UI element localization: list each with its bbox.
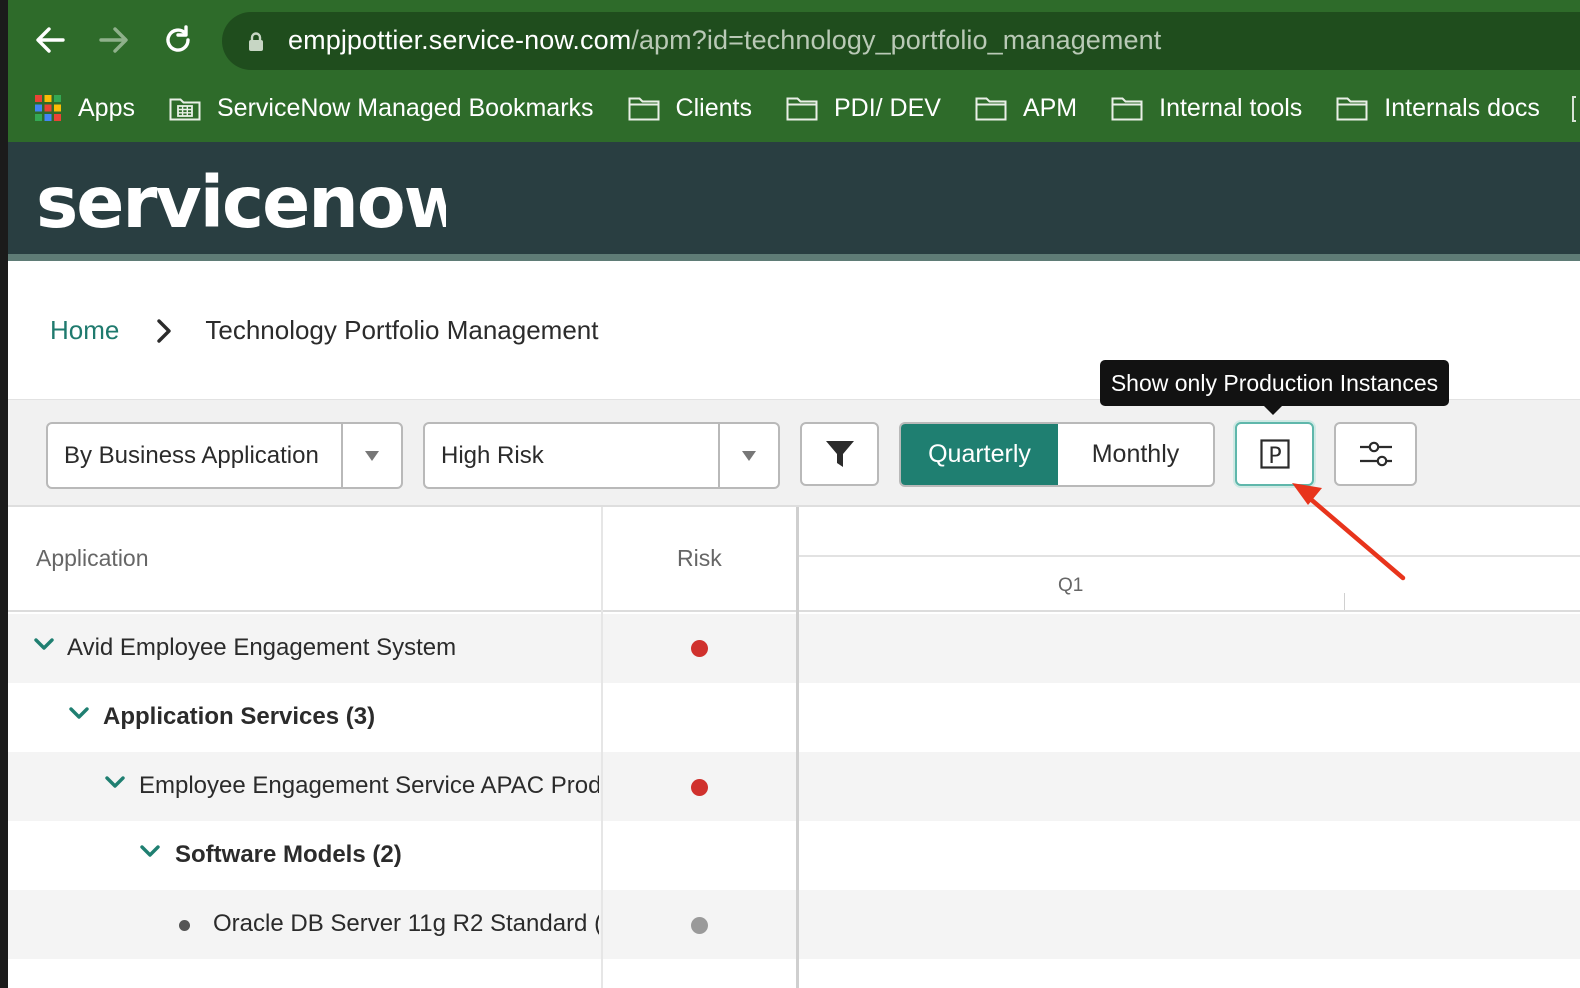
timeline-q1-label: Q1: [1058, 575, 1084, 596]
risk-none-indicator: [691, 917, 708, 934]
bookmark-label: Apps: [78, 93, 135, 122]
group-by-select[interactable]: By Business Application: [46, 422, 403, 489]
page-content: Home Technology Portfolio Management By …: [8, 261, 1580, 988]
lock-icon: [249, 32, 263, 51]
logo-text: servicenow: [36, 161, 446, 234]
bookmark-label: APM: [1022, 93, 1078, 122]
bookmark-overflow-edge: [1572, 96, 1576, 122]
breadcrumb: Home Technology Portfolio Management: [50, 315, 598, 346]
servicenow-logo-mark: servicenow: [36, 161, 470, 244]
url-host: empjpottier.service-now.com: [288, 25, 632, 55]
servicenow-header: servicenow: [8, 142, 1580, 254]
folder-icon: [1336, 97, 1368, 121]
dropdown-caret[interactable]: [341, 424, 401, 487]
settings-sliders-button[interactable]: [1334, 422, 1417, 486]
bookmarks-bar: Apps ServiceNow Managed Bookmarks Client…: [34, 90, 1574, 126]
bookmark-apm[interactable]: APM: [975, 94, 1077, 123]
folder-icon: [786, 97, 818, 121]
column-header-application[interactable]: Application: [36, 545, 149, 572]
production-only-button[interactable]: P: [1235, 422, 1314, 486]
bookmark-internal-tools[interactable]: Internal tools: [1111, 94, 1302, 123]
chevron-down-icon[interactable]: [69, 707, 89, 721]
timeline-divider: [796, 507, 799, 988]
timeline-header-line: [799, 555, 1580, 557]
quarterly-button[interactable]: Quarterly: [901, 424, 1058, 485]
risk-filter-select[interactable]: High Risk: [423, 422, 780, 489]
folder-icon: [628, 97, 660, 121]
grid-header: Application Risk Q1: [8, 507, 1580, 612]
back-arrow-icon: [36, 27, 65, 53]
monthly-button[interactable]: Monthly: [1058, 424, 1213, 485]
servicenow-logo[interactable]: servicenow: [36, 154, 470, 244]
table-row[interactable]: Oracle DB Server 11g R2 Standard (: [8, 890, 1580, 959]
forward-button[interactable]: [94, 20, 134, 60]
reload-icon: [166, 25, 190, 52]
url-text: empjpottier.service-now.com/apm?id=techn…: [288, 25, 1161, 56]
column-divider: [601, 507, 603, 988]
forward-arrow-icon: [99, 27, 128, 53]
filter-button[interactable]: [800, 422, 879, 486]
bookmark-label: Internal tools: [1159, 93, 1303, 122]
row-label: Avid Employee Engagement System: [67, 634, 457, 661]
production-p-icon: P: [1259, 439, 1290, 469]
timeline-tick: [1344, 593, 1345, 610]
group-by-value: By Business Application: [64, 442, 319, 469]
production-p-label: P: [1268, 444, 1281, 469]
chevron-right-icon: [157, 318, 172, 343]
chevron-down-icon[interactable]: [34, 638, 54, 652]
bookmark-servicenow-managed[interactable]: ServiceNow Managed Bookmarks: [169, 94, 594, 123]
chevron-down-icon[interactable]: [140, 845, 160, 859]
portfolio-grid: Application Risk Q1 Avid Employee Engage…: [8, 507, 1580, 988]
toolbar: By Business Application High Risk Quarte…: [8, 399, 1580, 507]
bookmark-clients[interactable]: Clients: [628, 94, 752, 123]
caret-down-icon: [742, 450, 756, 461]
caret-down-icon: [365, 450, 379, 461]
risk-high-indicator: [691, 640, 708, 657]
dropdown-caret[interactable]: [718, 424, 778, 487]
bookmark-label: Internals docs: [1384, 93, 1540, 122]
browser-chrome: empjpottier.service-now.com/apm?id=techn…: [8, 0, 1580, 142]
risk-filter-value: High Risk: [441, 442, 544, 469]
column-header-risk[interactable]: Risk: [677, 545, 722, 572]
row-label: Software Models (2): [175, 841, 402, 868]
back-button[interactable]: [30, 20, 70, 60]
row-label: Employee Engagement Service APAC Prod: [139, 772, 599, 799]
production-tooltip: Show only Production Instances: [1100, 360, 1449, 415]
chevron-down-icon[interactable]: [105, 776, 125, 790]
period-toggle: Quarterly Monthly: [899, 422, 1215, 487]
folder-icon: [1111, 97, 1143, 121]
managed-folder-icon: [169, 98, 201, 121]
risk-high-indicator: [691, 779, 708, 796]
address-bar[interactable]: empjpottier.service-now.com/apm?id=techn…: [222, 12, 1580, 70]
sliders-icon: [1359, 441, 1392, 467]
breadcrumb-current: Technology Portfolio Management: [205, 315, 599, 345]
header-stripe: [8, 254, 1580, 261]
bookmark-apps[interactable]: Apps: [34, 94, 135, 123]
bullet-icon: [179, 920, 190, 931]
row-label: Oracle DB Server 11g R2 Standard (: [213, 910, 599, 937]
url-path: /apm?id=technology_portfolio_management: [631, 25, 1162, 55]
bookmark-internals-docs[interactable]: Internals docs: [1336, 94, 1540, 123]
table-row[interactable]: Avid Employee Engagement System: [8, 614, 1580, 683]
bookmark-pdi-dev[interactable]: PDI/ DEV: [786, 94, 941, 123]
table-row[interactable]: Software Models (2): [8, 821, 1580, 890]
table-row[interactable]: Employee Engagement Service APAC Prod: [8, 752, 1580, 821]
breadcrumb-home-link[interactable]: Home: [50, 315, 119, 346]
bookmark-label: PDI/ DEV: [833, 93, 941, 122]
reload-button[interactable]: [158, 20, 198, 60]
folder-icon: [975, 97, 1007, 121]
table-row[interactable]: Application Services (3): [8, 683, 1580, 752]
apps-grid-icon: [35, 95, 61, 121]
filter-funnel-icon: [825, 441, 854, 467]
table-row: [8, 959, 1580, 988]
bookmark-label: ServiceNow Managed Bookmarks: [216, 93, 594, 122]
bookmark-label: Clients: [675, 93, 752, 122]
row-label: Application Services (3): [103, 703, 376, 730]
